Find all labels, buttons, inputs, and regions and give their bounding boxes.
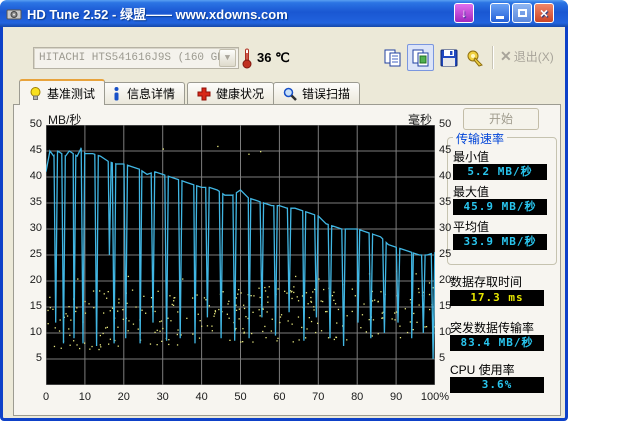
axis-tick-label: 20 — [117, 391, 130, 403]
info-icon — [114, 86, 119, 100]
temperature-value: 36 ℃ — [257, 50, 290, 65]
exit-label: 退出(X) — [513, 50, 554, 64]
copy-text-button[interactable] — [379, 44, 406, 71]
drive-select-dropdown[interactable]: HITACHI HTS541616J9S (160 GB) ▼ — [33, 47, 239, 69]
client-area: HITACHI HTS541616J9S (160 GB) ▼ 36 ℃ ✕ 退… — [3, 27, 565, 418]
close-button[interactable]: × — [534, 3, 554, 23]
title-bar[interactable]: HD Tune 2.52 - 绿盟—— www.xdowns.com ↓ × — [0, 0, 568, 27]
tab-label: 信息详情 — [127, 87, 176, 101]
burst-rate-label: 突发数据传输率 — [450, 321, 535, 335]
tab-benchmark[interactable]: 基准测试 — [19, 79, 106, 105]
exit-x-icon: ✕ — [500, 48, 512, 64]
tab-health[interactable]: 健康状况 — [187, 82, 275, 104]
axis-tick-label: 90 — [389, 391, 403, 403]
right-axis-unit-label: 毫秒 — [408, 113, 433, 127]
minimize-icon — [496, 16, 504, 19]
burst-rate-display: 83.4 MB/秒 — [450, 335, 544, 351]
app-window: HD Tune 2.52 - 绿盟—— www.xdowns.com ↓ × H… — [0, 0, 568, 421]
max-value-label: 最大值 — [453, 185, 490, 199]
temperature-indicator: 36 ℃ — [241, 47, 290, 69]
options-icon — [467, 50, 483, 67]
app-icon — [6, 9, 22, 19]
down-arrow-icon: ↓ — [461, 6, 467, 20]
left-axis-unit-label: MB/秒 — [48, 113, 82, 127]
maximize-button[interactable] — [512, 3, 532, 23]
max-value-display: 45.9 MB/秒 — [453, 199, 547, 215]
axis-tick-label: 70 — [312, 391, 325, 403]
axis-tick-label: 40 — [195, 391, 208, 403]
magnifier-icon — [283, 87, 297, 101]
axis-tick-label: 25 — [29, 248, 42, 260]
benchmark-chart — [46, 125, 435, 385]
axis-tick-label: 100% — [420, 391, 450, 403]
axis-tick-label: 35 — [29, 196, 42, 208]
chevron-down-icon: ▼ — [219, 49, 236, 67]
axis-tick-label: 40 — [29, 170, 42, 182]
thermometer-icon — [242, 48, 252, 69]
tab-label: 健康状况 — [216, 87, 265, 101]
copy-image-icon — [412, 49, 428, 66]
axis-tick-label: 50 — [234, 391, 247, 403]
axis-tick-label: 5 — [35, 352, 42, 364]
rollup-button[interactable]: ↓ — [454, 3, 474, 23]
axis-tick-label: 10 — [29, 326, 42, 338]
save-icon — [440, 49, 457, 66]
access-time-display: 17.3 ms — [450, 290, 544, 306]
min-value-label: 最小值 — [453, 150, 490, 164]
copy-text-icon — [384, 49, 400, 66]
axis-tick-label: 60 — [273, 391, 286, 403]
health-cross-icon — [197, 87, 211, 100]
axis-tick-label: 80 — [351, 391, 364, 403]
minimize-button[interactable] — [490, 3, 510, 23]
axis-tick-label: 50 — [29, 118, 42, 130]
axis-tick-label: 10 — [78, 391, 92, 403]
close-icon: × — [539, 5, 549, 21]
axis-tick-label: 30 — [29, 222, 42, 234]
avg-value-display: 33.9 MB/秒 — [453, 234, 547, 250]
cpu-usage-display: 3.6% — [450, 377, 544, 393]
axis-tick-label: 15 — [29, 300, 42, 312]
axis-tick-label: 45 — [29, 144, 42, 156]
start-button[interactable]: 开始 — [463, 108, 539, 130]
copy-image-button[interactable] — [407, 44, 434, 71]
window-title: HD Tune 2.52 - 绿盟—— www.xdowns.com — [27, 7, 288, 22]
min-value-display: 5.2 MB/秒 — [453, 164, 547, 180]
axis-tick-label: 30 — [156, 391, 169, 403]
cpu-usage-label: CPU 使用率 — [450, 363, 515, 377]
tab-info[interactable]: 信息详情 — [101, 82, 186, 104]
save-button[interactable] — [435, 44, 462, 71]
toolbar-separator — [492, 46, 494, 69]
access-time-label: 数据存取时间 — [450, 275, 523, 289]
tab-label: 基准测试 — [47, 86, 96, 101]
tab-label: 错误扫描 — [302, 87, 351, 101]
avg-value-label: 平均值 — [453, 220, 490, 234]
exit-button[interactable]: ✕ 退出(X) — [500, 48, 554, 65]
lightbulb-icon — [30, 86, 41, 100]
drive-select-value: HITACHI HTS541616J9S (160 GB) — [39, 52, 219, 64]
transfer-rate-group-title: 传输速率 — [453, 130, 508, 147]
axis-tick-label: 0 — [42, 391, 50, 403]
options-button[interactable] — [461, 44, 488, 71]
axis-tick-label: 50 — [439, 118, 452, 130]
maximize-icon — [517, 9, 527, 17]
axis-tick-label: 20 — [29, 274, 42, 286]
tab-error-scan[interactable]: 错误扫描 — [273, 82, 361, 104]
